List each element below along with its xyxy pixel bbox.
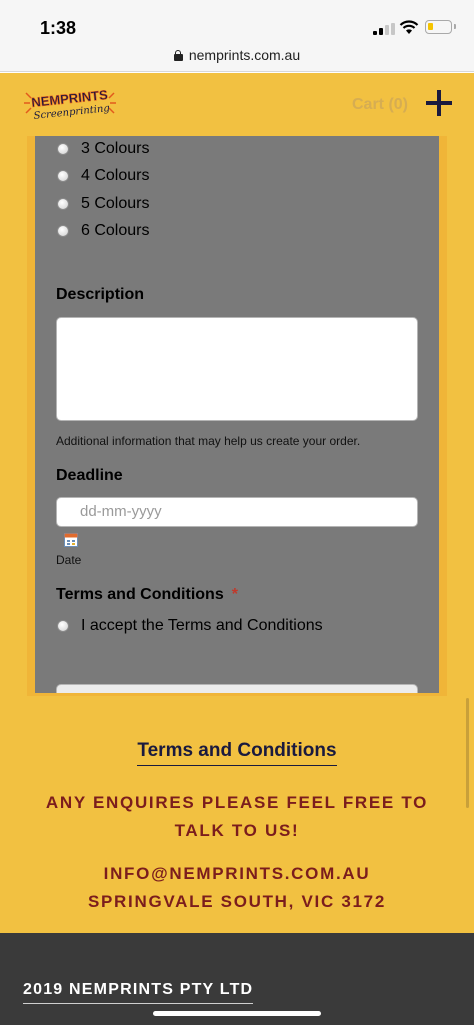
terms-link[interactable]: Terms and Conditions: [137, 740, 337, 766]
description-hint: Additional information that may help us …: [56, 434, 361, 448]
date-placeholder: dd-mm-yyyy: [80, 503, 162, 520]
radio-button[interactable]: [57, 225, 69, 237]
radio-label: 4 Colours: [81, 167, 150, 184]
cart-link[interactable]: Cart (0): [352, 96, 408, 114]
terms-link-wrap: Terms and Conditions: [0, 740, 474, 766]
order-form: 3 Colours 4 Colours 5 Colours 6 Colours …: [35, 136, 439, 693]
description-textarea[interactable]: [56, 317, 418, 421]
radio-4-colours[interactable]: 4 Colours: [57, 166, 149, 186]
radio-6-colours[interactable]: 6 Colours: [57, 221, 149, 241]
radio-label: 3 Colours: [81, 140, 150, 157]
nemprints-logo[interactable]: NEMPRINTS Screenprinting: [22, 87, 118, 123]
required-marker: *: [231, 586, 238, 603]
radio-button[interactable]: [57, 170, 69, 182]
deadline-label: Deadline: [56, 467, 123, 484]
submit-button[interactable]: [56, 684, 418, 693]
menu-plus-icon[interactable]: [426, 90, 452, 116]
terms-heading: Terms and Conditions *: [56, 586, 238, 604]
scrollbar[interactable]: [466, 698, 469, 808]
email-link[interactable]: INFO@NEMPRINTS.COM.AU: [0, 864, 474, 884]
enquiry-text: ANY ENQUIRES PLEASE FEEL FREE TO TALK TO…: [45, 793, 429, 840]
url-text: nemprints.com.au: [188, 47, 301, 63]
terms-accept-option[interactable]: I accept the Terms and Conditions: [57, 616, 323, 636]
terms-accept-label: I accept the Terms and Conditions: [81, 617, 323, 634]
radio-3-colours[interactable]: 3 Colours: [57, 139, 149, 159]
description-label: Description: [56, 286, 145, 303]
calendar-icon[interactable]: [64, 533, 78, 547]
radio-5-colours[interactable]: 5 Colours: [57, 194, 149, 214]
wifi-icon: [399, 20, 419, 34]
address-text: SPRINGVALE SOUTH, VIC 3172: [87, 892, 386, 911]
copyright-text: 2019 NEMPRINTS PTY LTD: [23, 981, 254, 1004]
address-bar[interactable]: nemprints.com.au: [0, 44, 474, 72]
battery-icon: [425, 20, 456, 34]
radio-label: 6 Colours: [81, 222, 150, 239]
clock: 1:38: [40, 18, 77, 38]
date-sublabel: Date: [56, 553, 82, 567]
site-footer: 2019 NEMPRINTS PTY LTD: [0, 933, 474, 1025]
radio-label: 5 Colours: [81, 195, 150, 212]
url-display[interactable]: nemprints.com.au: [0, 47, 474, 63]
radio-button[interactable]: [57, 198, 69, 210]
lock-icon: [173, 50, 183, 61]
home-indicator[interactable]: [153, 1011, 321, 1016]
radio-button[interactable]: [57, 143, 69, 155]
terms-heading-text: Terms and Conditions: [56, 586, 224, 603]
page-content: NEMPRINTS Screenprinting Cart (0) 3 Colo…: [0, 73, 474, 933]
status-bar: 1:38: [0, 0, 474, 44]
deadline-date-input[interactable]: dd-mm-yyyy: [56, 497, 418, 527]
cellular-signal-icon: [373, 23, 395, 35]
terms-radio-button[interactable]: [57, 620, 69, 632]
